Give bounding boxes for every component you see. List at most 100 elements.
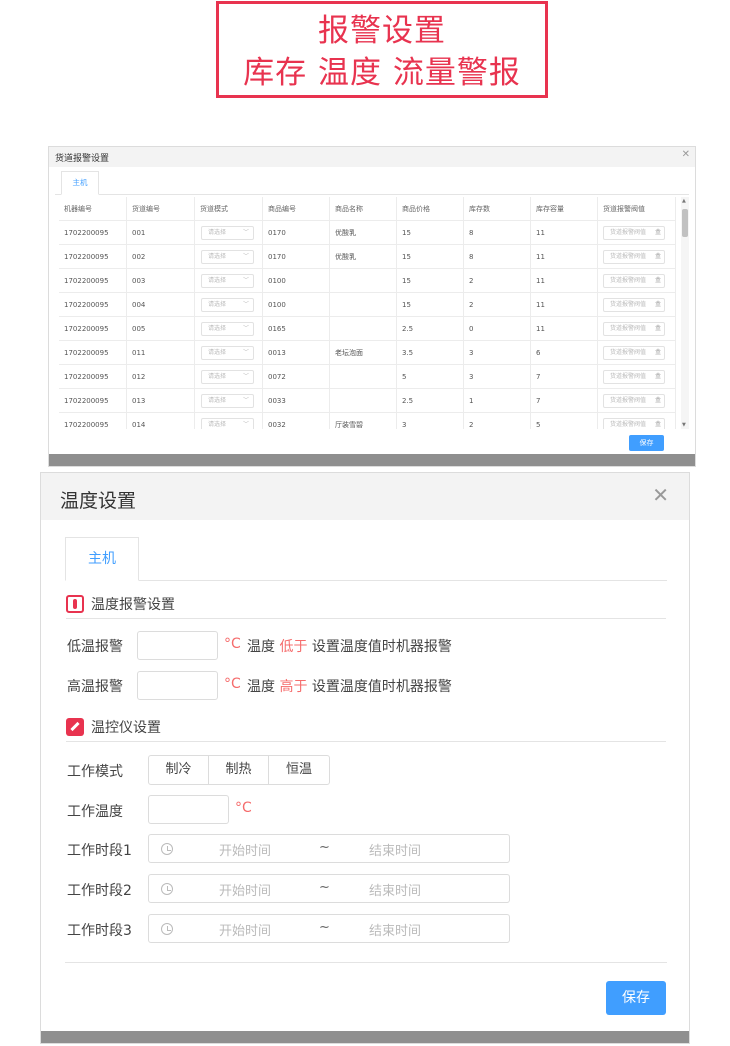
high-temp-input[interactable] <box>137 671 218 700</box>
cell-mode: 请选择 ﹀ <box>195 293 263 317</box>
cell-machine: 1702200095 <box>59 389 127 413</box>
threshold-input[interactable]: 货道报警阀值盒 <box>603 370 665 384</box>
threshold-input[interactable]: 货道报警阀值盒 <box>603 250 665 264</box>
lane-mode-select[interactable]: 请选择 ﹀ <box>201 370 254 384</box>
column-header: 商品价格 <box>397 197 464 221</box>
threshold-input[interactable]: 货道报警阀值盒 <box>603 298 665 312</box>
cell-capacity: 7 <box>531 389 598 413</box>
scroll-thumb[interactable] <box>682 209 688 237</box>
end-time-input[interactable]: 结束时间 <box>369 880 421 899</box>
cell-price: 3 <box>397 413 464 429</box>
lane-mode-select[interactable]: 请选择 ﹀ <box>201 226 254 240</box>
threshold-unit: 盒 <box>654 397 661 404</box>
cell-product-name <box>330 293 397 317</box>
chevron-down-icon: ﹀ <box>242 349 249 356</box>
cell-product-name: 厅装雪碧 <box>330 413 397 429</box>
save-button[interactable]: 保存 <box>629 435 664 451</box>
cell-threshold: 货道报警阀值盒 <box>598 413 676 429</box>
cell-price: 15 <box>397 269 464 293</box>
cell-capacity: 7 <box>531 365 598 389</box>
cell-lane: 014 <box>127 413 195 429</box>
period-1-range[interactable]: 开始时间 ~ 结束时间 <box>148 834 510 863</box>
select-placeholder: 请选择 <box>208 229 227 236</box>
cell-price: 15 <box>397 221 464 245</box>
save-button[interactable]: 保存 <box>606 981 666 1015</box>
cell-machine: 1702200095 <box>59 365 127 389</box>
lane-mode-select[interactable]: 请选择 ﹀ <box>201 298 254 312</box>
high-temp-desc: 温度 高于 设置温度值时机器报警 <box>247 679 452 695</box>
lane-mode-select[interactable]: 请选择 ﹀ <box>201 418 254 429</box>
period-3-range[interactable]: 开始时间 ~ 结束时间 <box>148 914 510 943</box>
lane-mode-select[interactable]: 请选择 ﹀ <box>201 274 254 288</box>
start-time-input[interactable]: 开始时间 <box>219 840 271 859</box>
chevron-down-icon: ﹀ <box>242 421 249 428</box>
start-time-input[interactable]: 开始时间 <box>219 880 271 899</box>
threshold-placeholder: 货道报警阀值 <box>610 253 647 260</box>
threshold-input[interactable]: 货道报警阀值盒 <box>603 226 665 240</box>
low-temp-label: 低温报警 <box>67 639 123 655</box>
cell-capacity: 11 <box>531 317 598 341</box>
column-header: 商品编号 <box>263 197 330 221</box>
cell-price: 15 <box>397 245 464 269</box>
threshold-placeholder: 货道报警阀值 <box>610 373 647 380</box>
threshold-unit: 盒 <box>654 229 661 236</box>
threshold-input[interactable]: 货道报警阀值盒 <box>603 274 665 288</box>
table-header-row: 机器编号 货道编号 货道模式 商品编号 商品名称 商品价格 库存数 库存容量 货道报警阀值 <box>59 197 676 221</box>
lane-mode-select[interactable]: 请选择 ﹀ <box>201 394 254 408</box>
threshold-input[interactable]: 货道报警阀值盒 <box>603 322 665 336</box>
lane-mode-select[interactable]: 请选择 ﹀ <box>201 346 254 360</box>
table-row: 1702200095 003 请选择 ﹀ 0100 15 2 11 货道报警阀值盒 <box>59 269 676 293</box>
cell-threshold: 货道报警阀值盒 <box>598 293 676 317</box>
table-row: 1702200095 013 请选择 ﹀ 0033 2.5 1 7 货道报警阀值盒 <box>59 389 676 413</box>
threshold-unit: 盒 <box>654 373 661 380</box>
select-placeholder: 请选择 <box>208 349 227 356</box>
banner-subtitle: 库存 温度 流量警报 <box>243 55 521 91</box>
threshold-input[interactable]: 货道报警阀值盒 <box>603 346 665 360</box>
cell-product-no: 0170 <box>263 245 330 269</box>
tab-host[interactable]: 主机 <box>65 537 139 581</box>
tab-host[interactable]: 主机 <box>61 171 99 195</box>
footer-divider <box>65 962 667 963</box>
dialog-header: 温度设置 ✕ <box>41 473 689 520</box>
mode-cool-button[interactable]: 制冷 <box>149 756 209 784</box>
edit-icon <box>66 718 84 736</box>
end-time-input[interactable]: 结束时间 <box>369 920 421 939</box>
low-temp-input[interactable] <box>137 631 218 660</box>
dialog-bottom-bar <box>41 1031 689 1043</box>
table-row: 1702200095 012 请选择 ﹀ 0072 5 3 7 货道报警阀值盒 <box>59 365 676 389</box>
clock-icon <box>161 843 173 855</box>
mode-constant-button[interactable]: 恒温 <box>269 756 329 784</box>
mode-heat-button[interactable]: 制热 <box>209 756 269 784</box>
period-2-range[interactable]: 开始时间 ~ 结束时间 <box>148 874 510 903</box>
threshold-placeholder: 货道报警阀值 <box>610 397 647 404</box>
cell-machine: 1702200095 <box>59 317 127 341</box>
table-scrollbar[interactable]: ▲ ▼ <box>681 197 689 429</box>
cell-lane: 013 <box>127 389 195 413</box>
lane-mode-select[interactable]: 请选择 ﹀ <box>201 322 254 336</box>
tab-bar: 主机 <box>65 537 667 581</box>
cell-machine: 1702200095 <box>59 293 127 317</box>
work-mode-selector: 制冷 制热 恒温 <box>148 755 330 785</box>
clock-icon <box>161 883 173 895</box>
lane-mode-select[interactable]: 请选择 ﹀ <box>201 250 254 264</box>
cell-machine: 1702200095 <box>59 269 127 293</box>
threshold-input[interactable]: 货道报警阀值盒 <box>603 418 665 429</box>
cell-machine: 1702200095 <box>59 221 127 245</box>
start-time-input[interactable]: 开始时间 <box>219 920 271 939</box>
chevron-down-icon: ﹀ <box>242 253 249 260</box>
column-header: 货道编号 <box>127 197 195 221</box>
threshold-input[interactable]: 货道报警阀值盒 <box>603 394 665 408</box>
period-1-label: 工作时段1 <box>67 843 132 859</box>
cell-stock: 2 <box>464 269 531 293</box>
scroll-down-icon[interactable]: ▼ <box>682 422 686 428</box>
cell-machine: 1702200095 <box>59 341 127 365</box>
scroll-up-icon[interactable]: ▲ <box>682 198 686 204</box>
close-icon[interactable]: ✕ <box>682 149 690 160</box>
table-row: 1702200095 001 请选择 ﹀ 0170 优酸乳 15 8 11 货道报警阀值盒 <box>59 221 676 245</box>
work-temp-input[interactable] <box>148 795 229 824</box>
cell-mode: 请选择 ﹀ <box>195 413 263 429</box>
close-icon[interactable]: ✕ <box>652 483 669 507</box>
select-placeholder: 请选择 <box>208 397 227 404</box>
cell-threshold: 货道报警阀值盒 <box>598 221 676 245</box>
end-time-input[interactable]: 结束时间 <box>369 840 421 859</box>
